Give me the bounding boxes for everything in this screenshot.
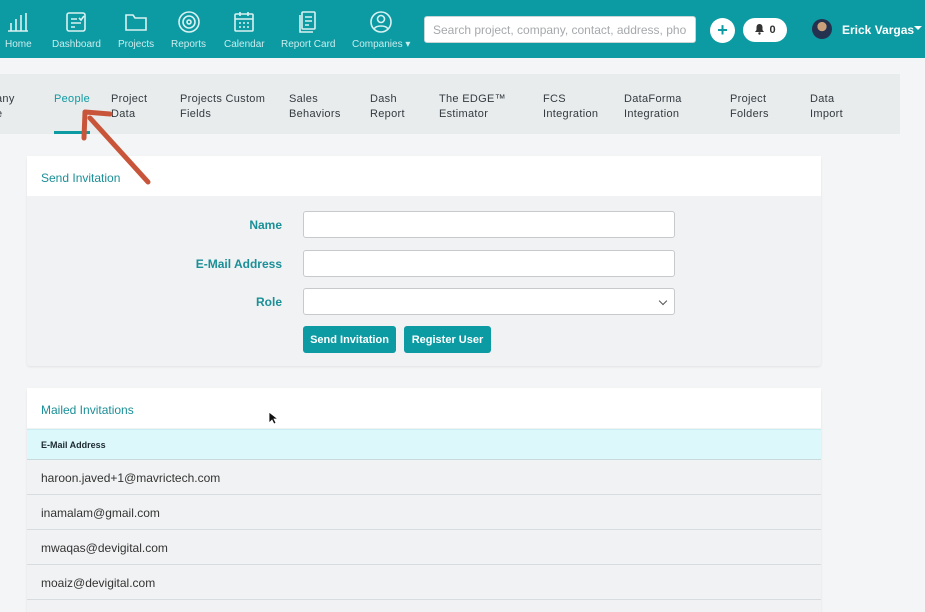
- plus-icon: +: [717, 20, 728, 40]
- table-row[interactable]: moaiz@devigital.com: [27, 565, 821, 600]
- nav-calendar[interactable]: Calendar: [224, 10, 265, 54]
- target-icon: [177, 10, 201, 34]
- role-select-value: [304, 289, 674, 301]
- tab-projects-custom-fields[interactable]: Projects Custom Fields: [180, 92, 265, 122]
- nav-dashboard[interactable]: Dashboard: [52, 10, 101, 54]
- tab-dash-report[interactable]: Dash Report: [370, 92, 405, 122]
- table-row[interactable]: mwaqas@devigital.com: [27, 530, 821, 565]
- bell-icon: [754, 23, 765, 38]
- avatar[interactable]: [812, 19, 832, 39]
- table-row[interactable]: haroon.javed+1@mavrictech.com: [27, 460, 821, 495]
- name-input[interactable]: [303, 211, 675, 238]
- nav-reports-label: Reports: [171, 39, 207, 50]
- email-column-header: E-Mail Address: [27, 429, 821, 460]
- email-input[interactable]: [303, 250, 675, 277]
- calendar-icon: [232, 10, 256, 34]
- nav-home-label: Home: [5, 39, 32, 50]
- nav-report-card-label: Report Card: [281, 39, 336, 50]
- tab-data-import[interactable]: Data Import: [810, 92, 843, 122]
- tab-project-folders[interactable]: Project Folders: [730, 92, 769, 122]
- nav-home[interactable]: Home: [5, 10, 32, 54]
- role-label: Role: [255, 295, 282, 309]
- tab-fcs-integration[interactable]: FCS Integration: [543, 92, 598, 122]
- send-invitation-button[interactable]: Send Invitation: [303, 326, 396, 353]
- folder-icon: [124, 10, 148, 34]
- user-circle-icon: [369, 10, 393, 34]
- report-card-icon: [296, 10, 320, 34]
- mouse-cursor-icon: [268, 411, 278, 425]
- nav-companies[interactable]: Companies ▾: [352, 10, 410, 54]
- name-label: Name: [249, 218, 282, 232]
- tab-company[interactable]: any e: [0, 92, 15, 122]
- nav-dashboard-label: Dashboard: [52, 39, 101, 50]
- tab-sales-behaviors[interactable]: Sales Behaviors: [289, 92, 341, 122]
- notification-count: 0: [769, 24, 776, 36]
- nav-reports[interactable]: Reports: [171, 10, 206, 54]
- bar-chart-icon: [6, 10, 30, 34]
- email-label: E-Mail Address: [195, 257, 282, 271]
- nav-projects-label: Projects: [118, 39, 155, 50]
- nav-companies-label: Companies ▾: [352, 39, 411, 50]
- table-row[interactable]: inamalam@gmail.com: [27, 495, 821, 530]
- add-button[interactable]: +: [710, 18, 735, 43]
- dashboard-icon: [64, 10, 88, 34]
- tab-edge-estimator[interactable]: The EDGE™ Estimator: [439, 92, 506, 122]
- annotation-arrow-icon: [81, 109, 151, 185]
- nav-projects[interactable]: Projects: [118, 10, 154, 54]
- role-select[interactable]: [303, 288, 675, 315]
- nav-calendar-label: Calendar: [224, 39, 265, 50]
- notifications-button[interactable]: 0: [743, 18, 787, 42]
- table-row[interactable]: [27, 600, 821, 612]
- register-user-button[interactable]: Register User: [404, 326, 491, 353]
- mailed-invitations-title: Mailed Invitations: [27, 388, 821, 428]
- top-navbar: Home Dashboard Projects Reports Calendar…: [0, 0, 925, 58]
- nav-report-card[interactable]: Report Card: [281, 10, 335, 54]
- user-name[interactable]: Erick Vargas: [842, 23, 914, 37]
- tab-dataforma-integration[interactable]: DataForma Integration: [624, 92, 682, 122]
- global-search-input[interactable]: [424, 16, 696, 43]
- user-menu-caret-icon[interactable]: [914, 26, 922, 30]
